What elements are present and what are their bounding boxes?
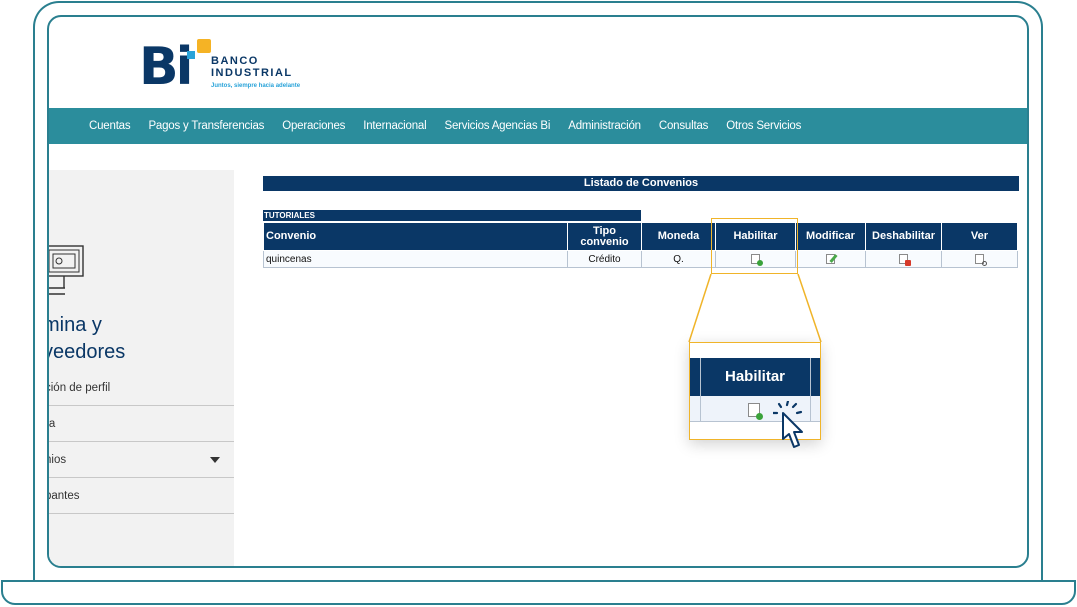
header-tipo-line1: Tipo	[592, 224, 616, 237]
nav-item-otros-servicios[interactable]: Otros Servicios	[726, 120, 801, 132]
nav-item-consultas[interactable]: Consultas	[659, 120, 709, 132]
header-moneda: Moneda	[641, 222, 716, 251]
enable-doc-icon[interactable]	[751, 253, 763, 266]
caret-down-icon[interactable]	[210, 457, 220, 463]
logo-letters: Bi	[139, 37, 193, 97]
nav-item-cuentas[interactable]: Cuentas	[89, 120, 131, 132]
sidebar-item-ra[interactable]: ra	[49, 406, 234, 442]
browser-screen: Bi BANCO INDUSTRIAL Juntos, siempre haci…	[47, 15, 1029, 568]
laptop-base	[1, 580, 1076, 605]
nav-item-servicios-agencias[interactable]: Servicios Agencias Bi	[444, 120, 550, 132]
cell-ver	[941, 250, 1018, 268]
sidebar-title-line1: mina y	[47, 314, 102, 336]
nav-item-administracion[interactable]: Administración	[568, 120, 641, 132]
bank-logo[interactable]: Bi BANCO INDUSTRIAL Juntos, siempre haci…	[139, 29, 339, 99]
cell-habilitar	[715, 250, 796, 268]
header-convenio: Convenio	[263, 222, 568, 251]
laptop-illustration: Bi BANCO INDUSTRIAL Juntos, siempre haci…	[0, 0, 1077, 607]
section-tag: TUTORIALES	[263, 210, 641, 221]
view-doc-icon[interactable]	[975, 253, 987, 266]
logo-mark: Bi	[139, 37, 211, 97]
zoom-divider	[700, 358, 701, 422]
sidebar-item-convenios[interactable]: nios	[49, 442, 234, 478]
nav-item-operaciones[interactable]: Operaciones	[282, 120, 345, 132]
header-deshabilitar: Deshabilitar	[865, 222, 942, 251]
table-row: quincenas Crédito Q.	[263, 250, 1018, 268]
edit-doc-icon[interactable]	[826, 253, 838, 264]
nav-item-internacional[interactable]: Internacional	[363, 120, 426, 132]
nav-item-pagos[interactable]: Pagos y Transferencias	[148, 120, 264, 132]
logo-tagline: Juntos, siempre hacia adelante	[211, 83, 301, 89]
sidebar-item-label: pantes	[47, 489, 80, 502]
logo-text-industrial: INDUSTRIAL	[211, 67, 293, 79]
cell-moneda: Q.	[641, 250, 716, 268]
disable-doc-icon[interactable]	[899, 253, 911, 266]
header-tipo-line2: convenio	[580, 235, 629, 248]
page-title: Listado de Convenios	[263, 176, 1019, 191]
sidebar-item-perfil[interactable]: ción de perfil	[49, 370, 234, 406]
enable-doc-icon[interactable]	[748, 403, 763, 420]
logo-square-orange	[197, 39, 211, 53]
header-modificar: Modificar	[795, 222, 866, 251]
monitor-icon	[49, 245, 84, 295]
header-habilitar: Habilitar	[715, 222, 796, 251]
sidebar-item-label: nios	[47, 453, 67, 466]
sidebar-title-line2: veedores	[47, 341, 126, 363]
cell-deshabilitar	[865, 250, 942, 268]
sidebar-item-label: ción de perfil	[47, 381, 111, 394]
main-nav: Cuentas Pagos y Transferencias Operacion…	[49, 108, 1027, 144]
convenios-table: Convenio Tipo convenio Moneda Habilitar …	[263, 222, 1018, 268]
cell-convenio: quincenas	[263, 250, 568, 268]
table-header-row: Convenio Tipo convenio Moneda Habilitar …	[263, 222, 1018, 251]
sidebar: mina y veedores ción de perfil ra nios p…	[47, 170, 234, 566]
header-tipo-convenio: Tipo convenio	[567, 222, 642, 251]
header-ver: Ver	[941, 222, 1018, 251]
sidebar-title: mina y veedores	[47, 312, 126, 366]
cell-modificar	[795, 250, 866, 268]
cell-tipo: Crédito	[567, 250, 642, 268]
sidebar-item-comprobantes[interactable]: pantes	[49, 478, 234, 514]
zoom-header-label: Habilitar	[724, 368, 785, 385]
logo-text-banco: BANCO	[211, 55, 259, 67]
sidebar-item-label: ra	[48, 417, 56, 430]
hand-pointer-icon	[773, 401, 803, 448]
logo-square-blue	[187, 51, 195, 59]
